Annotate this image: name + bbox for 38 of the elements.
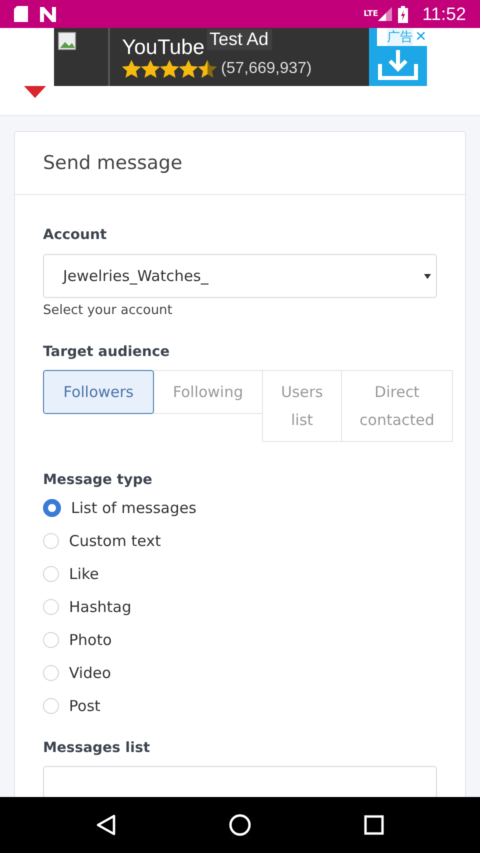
card-title: Send message <box>15 132 465 195</box>
radio-label[interactable]: List of messages <box>71 496 196 520</box>
audience-option[interactable]: Followers <box>43 370 154 414</box>
star-icon <box>179 60 198 78</box>
rating-count: (57,669,937) <box>221 60 312 78</box>
radio-label[interactable]: Photo <box>69 628 112 652</box>
network-label: LTE <box>364 8 378 18</box>
dropdown-caret-icon <box>424 274 431 278</box>
notification-icon <box>40 6 56 22</box>
account-select[interactable]: Jewelries_Watches_ <box>43 254 437 298</box>
star-icon <box>160 60 179 78</box>
home-icon[interactable] <box>228 814 251 836</box>
battery-icon <box>398 6 408 22</box>
star-icon <box>141 60 160 78</box>
radio-button[interactable] <box>43 499 61 517</box>
field-label: Target audience <box>43 344 171 360</box>
sd-card-icon <box>14 6 28 22</box>
radio-label[interactable]: Like <box>69 562 99 586</box>
star-icon <box>198 60 217 78</box>
logo-icon <box>24 86 46 98</box>
broken-image-icon <box>58 32 76 50</box>
radio-label[interactable]: Custom text <box>69 529 161 553</box>
star-icon <box>122 60 141 78</box>
download-icon <box>378 50 418 80</box>
recents-icon[interactable] <box>364 815 384 835</box>
ad-title: YouTube <box>122 36 205 60</box>
field-label: Account <box>43 227 108 243</box>
field-label: Message type <box>43 472 154 488</box>
clock: 11:52 <box>422 4 466 24</box>
radio-label[interactable]: Hashtag <box>69 595 132 619</box>
radio-label[interactable]: Video <box>69 661 112 685</box>
test-ad-label: Test Ad <box>206 29 272 50</box>
signal-icon <box>378 7 392 21</box>
ad-label: 广告 <box>387 28 413 46</box>
radio-label[interactable]: Post <box>69 694 100 718</box>
field-label: Messages list <box>43 740 151 756</box>
back-icon[interactable] <box>96 814 116 836</box>
help-text: Select your account <box>43 303 174 318</box>
